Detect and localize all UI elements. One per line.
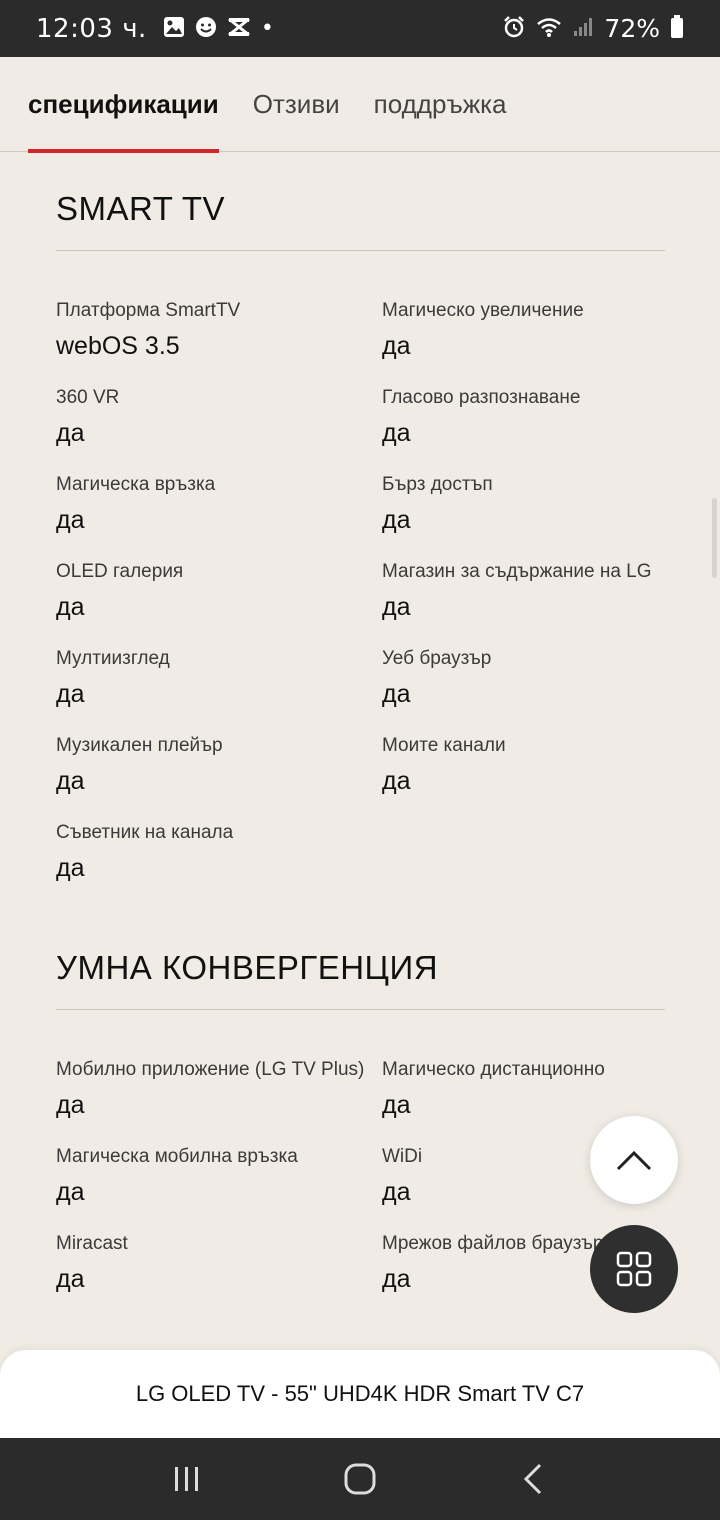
spec-item: Платформа SmartTV webOS 3.5 xyxy=(56,300,241,360)
spec-item: Гласово разпознаване да xyxy=(382,387,581,447)
back-button[interactable] xyxy=(503,1449,563,1509)
notification-dot: • xyxy=(260,16,274,41)
spec-item: Магическа връзка да xyxy=(56,474,216,534)
smiley-icon xyxy=(195,16,217,42)
product-title: LG OLED TV - 55" UHD4K HDR Smart TV C7 xyxy=(135,1381,585,1406)
spec-grid: Мобилно приложение (LG TV Plus) да Магиче… xyxy=(56,1010,665,1294)
spec-item: Уеб браузър да xyxy=(382,648,492,708)
spec-item: Магическа мобилна връзка да xyxy=(56,1146,298,1206)
capcut-icon xyxy=(227,16,251,42)
status-bar: 12:03 ч. • 72% xyxy=(0,0,720,57)
recent-apps-icon xyxy=(174,1467,198,1491)
gallery-icon xyxy=(163,16,185,42)
spec-item: Музикален плейър да xyxy=(56,735,223,795)
spec-item: Моите канали да xyxy=(382,735,506,795)
tab-reviews[interactable]: Отзиви xyxy=(253,57,340,152)
specs-content: SMART TV Платформа SmartTV webOS 3.5 Маги… xyxy=(56,152,665,1294)
scroll-to-top-button[interactable] xyxy=(590,1116,678,1204)
section-smart-tv: SMART TV Платформа SmartTV webOS 3.5 Маги… xyxy=(56,152,665,883)
spec-item: Магическо увеличение да xyxy=(382,300,584,360)
quick-menu-button[interactable] xyxy=(590,1225,678,1313)
section-smart-convergence: УМНА КОНВЕРГЕНЦИЯ Мобилно приложение (LG… xyxy=(56,911,665,1294)
grid-icon xyxy=(616,1251,652,1287)
spec-item: Бърз достъп да xyxy=(382,474,493,534)
spec-item: Магическо дистанционно да xyxy=(382,1059,605,1119)
spec-item: Miracast да xyxy=(56,1233,128,1293)
section-title: УМНА КОНВЕРГЕНЦИЯ xyxy=(56,911,665,1010)
tab-bar: спецификации Отзиви поддръжка xyxy=(0,57,720,153)
spec-item: Съветник на канала да xyxy=(56,822,234,882)
section-title: SMART TV xyxy=(56,152,665,251)
home-icon xyxy=(344,1463,376,1495)
chevron-up-icon xyxy=(616,1150,652,1171)
signal-icon xyxy=(572,16,594,42)
spec-grid: Платформа SmartTV webOS 3.5 Магическо уве… xyxy=(56,251,665,883)
spec-item: Мултиизглед да xyxy=(56,648,170,708)
product-title-bar[interactable]: LG OLED TV - 55" UHD4K HDR Smart TV C7 xyxy=(0,1350,720,1438)
spec-item: OLED галерия да xyxy=(56,561,184,621)
tab-support[interactable]: поддръжка xyxy=(374,57,507,152)
spec-item: Магазин за съдържание на LG да xyxy=(382,561,652,621)
spec-item: Мобилно приложение (LG TV Plus) да xyxy=(56,1059,365,1119)
wifi-icon xyxy=(536,16,562,42)
alarm-icon xyxy=(502,15,526,43)
spec-item: 360 VR да xyxy=(56,387,120,447)
status-time: 12:03 ч. xyxy=(36,13,147,44)
battery-icon xyxy=(670,14,684,43)
scrollbar-thumb[interactable] xyxy=(712,498,717,578)
system-nav-bar xyxy=(0,1438,720,1520)
recent-apps-button[interactable] xyxy=(157,1449,217,1509)
back-icon xyxy=(524,1463,542,1495)
home-button[interactable] xyxy=(330,1449,390,1509)
battery-percent: 72% xyxy=(604,14,660,43)
tab-specifications[interactable]: спецификации xyxy=(28,57,219,153)
